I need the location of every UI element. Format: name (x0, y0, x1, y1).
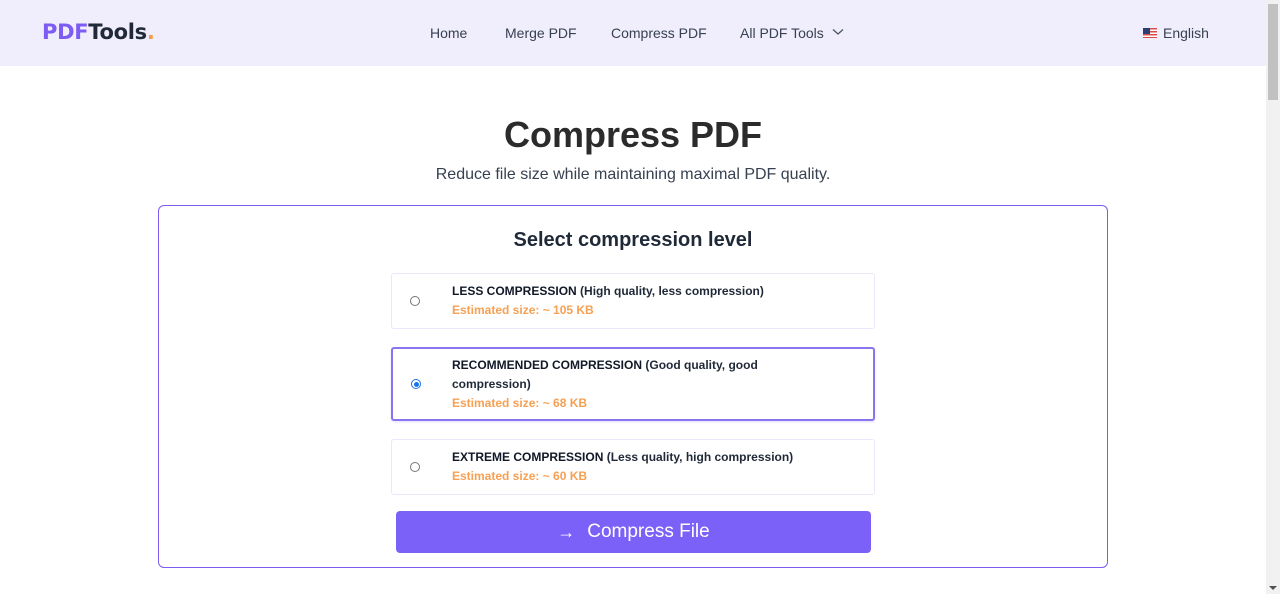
option-text: EXTREME COMPRESSION (Less quality, high … (452, 448, 852, 486)
language-selector[interactable]: English (1143, 25, 1209, 41)
option-desc: (High quality, less compression) (580, 284, 764, 298)
site-logo[interactable]: PDFTools. (42, 20, 155, 44)
nav-compress-pdf[interactable]: Compress PDF (611, 25, 707, 41)
radio-less-compression[interactable] (410, 296, 420, 306)
arrow-right-icon: → (557, 521, 576, 542)
scrollbar-thumb[interactable] (1268, 4, 1278, 100)
logo-tools-text: Tools (88, 20, 147, 44)
nav-merge-pdf[interactable]: Merge PDF (505, 25, 577, 41)
radio-recommended-compression[interactable] (411, 379, 421, 389)
option-level: LESS COMPRESSION (452, 284, 577, 298)
option-less-compression[interactable]: LESS COMPRESSION (High quality, less com… (391, 273, 875, 329)
page-title: Compress PDF (503, 114, 763, 155)
compress-file-label: Compress File (587, 521, 710, 542)
logo-dot: . (146, 20, 155, 44)
nav-all-pdf-tools[interactable]: All PDF Tools (740, 25, 824, 41)
compress-file-button[interactable]: → Compress File (396, 511, 871, 553)
estimated-size: Estimated size: ~ 68 KB (452, 396, 588, 410)
scroll-down-arrow-icon[interactable] (1269, 586, 1277, 590)
chevron-down-icon[interactable] (832, 28, 844, 36)
language-label: English (1163, 25, 1209, 41)
estimated-size: Estimated size: ~ 60 KB (452, 469, 588, 483)
option-text: LESS COMPRESSION (High quality, less com… (452, 282, 812, 320)
option-text: RECOMMENDED COMPRESSION (Good quality, g… (452, 356, 812, 413)
option-extreme-compression[interactable]: EXTREME COMPRESSION (Less quality, high … (391, 439, 875, 495)
option-level: EXTREME COMPRESSION (452, 450, 604, 464)
compression-panel: Select compression level LESS COMPRESSIO… (158, 205, 1108, 568)
page-subtitle: Reduce file size while maintaining maxim… (435, 166, 831, 183)
estimated-size: Estimated size: ~ 105 KB (452, 303, 594, 317)
option-recommended-compression[interactable]: RECOMMENDED COMPRESSION (Good quality, g… (391, 347, 875, 421)
top-navbar: PDFTools. Home Merge PDF Compress PDF Al… (0, 0, 1266, 66)
radio-extreme-compression[interactable] (410, 462, 420, 472)
option-level: RECOMMENDED COMPRESSION (452, 358, 643, 372)
option-desc: (Less quality, high compression) (606, 450, 794, 464)
panel-title: Select compression level (513, 229, 753, 251)
us-flag-icon (1143, 28, 1157, 38)
nav-home[interactable]: Home (430, 25, 467, 41)
vertical-scrollbar[interactable] (1266, 0, 1280, 594)
logo-pdf-text: PDF (42, 20, 89, 44)
